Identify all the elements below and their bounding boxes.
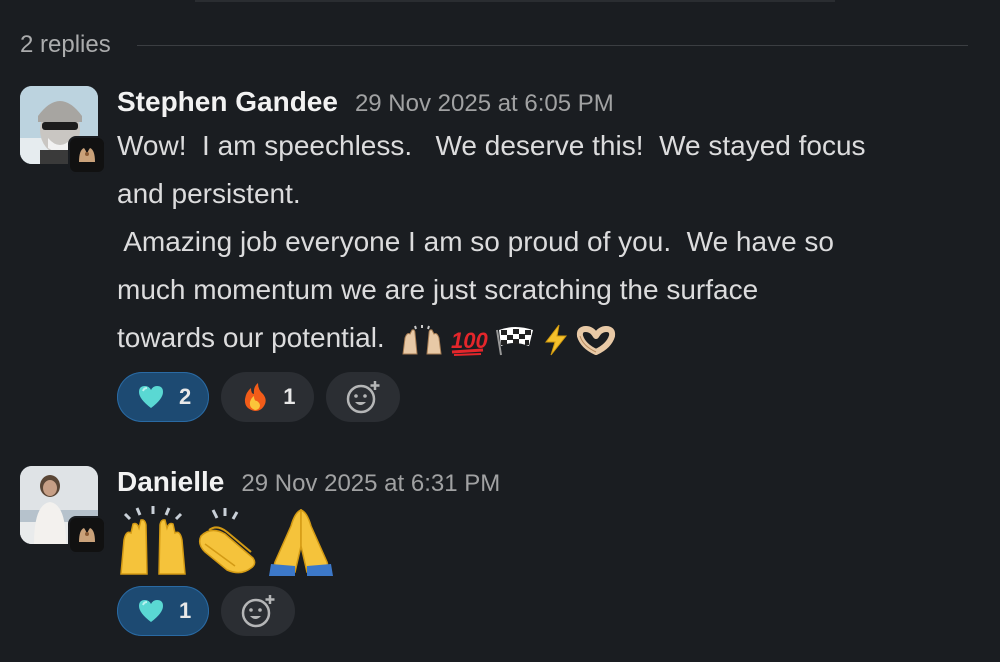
light-blue-heart-icon [139,386,163,408]
author-name[interactable]: Danielle [117,466,224,498]
message-line-text: towards our potential. [117,322,385,353]
add-reaction-button[interactable] [221,586,296,636]
reactions-bar: 2 1 [117,372,987,422]
replies-header: 2 replies [20,30,968,60]
message-line: Wow! I am speechless. We deserve this! W… [117,130,866,161]
message-timestamp[interactable]: 29 Nov 2025 at 6:05 PM [355,90,614,118]
clapping-hands-emoji [198,508,256,574]
checkered-flag-emoji [495,326,533,355]
message-line: much momentum we are just scratching the… [117,274,759,305]
add-emoji-icon [346,381,379,414]
top-divider [195,0,835,2]
message-timestamp[interactable]: 29 Nov 2025 at 6:31 PM [241,470,500,498]
raised-hands-emoji [120,506,186,575]
author-name[interactable]: Stephen Gandee [117,86,338,118]
message-text: Wow! I am speechless. We deserve this! W… [117,122,987,362]
folded-hands-emoji [269,508,333,576]
message-line: and persistent. [117,178,301,209]
hundred-points-emoji: 100 [451,328,488,356]
reactions-bar: 1 [117,586,987,636]
avatar-danielle[interactable] [20,466,106,554]
add-reaction-button[interactable] [325,372,400,422]
inline-emoji-group: 100 [399,324,617,356]
reaction-light-blue-heart[interactable]: 1 [117,586,210,636]
avatar-stephen[interactable] [20,86,106,174]
message-line: Amazing job everyone I am so proud of yo… [117,226,834,257]
replies-divider [136,44,968,46]
reaction-count: 1 [283,384,296,409]
message-line-last: towards our potential. 100 [117,314,987,362]
fire-icon [245,383,266,411]
replies-count: 2 replies [20,31,111,58]
add-emoji-icon [242,595,275,628]
status-badge-icon [68,516,106,554]
raised-hands-emoji [402,324,442,355]
reaction-count: 2 [179,384,192,409]
jumbo-emoji-row [117,506,987,576]
lightning-emoji [544,324,567,355]
reaction-count: 1 [179,598,192,623]
heart-hands-emoji [576,325,615,355]
status-badge-icon [68,136,106,174]
light-blue-heart-icon [139,600,163,622]
reaction-fire[interactable]: 1 [221,372,314,422]
reaction-light-blue-heart[interactable]: 2 [117,372,210,422]
